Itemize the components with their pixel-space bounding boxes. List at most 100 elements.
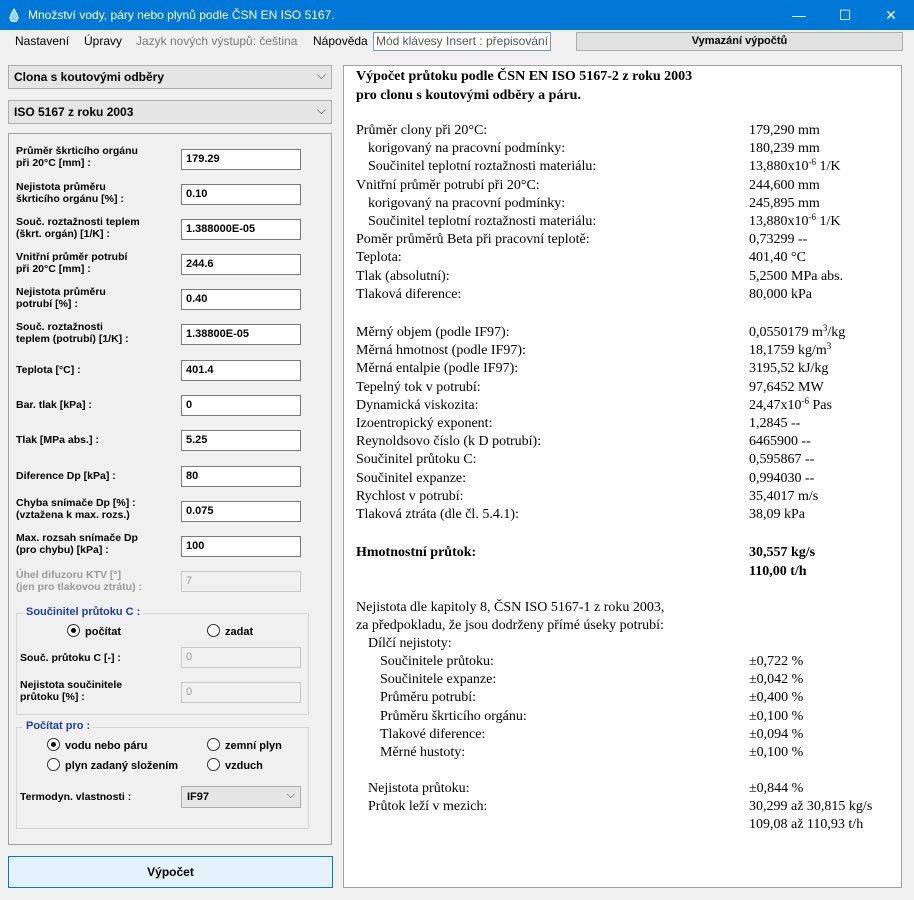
flow-range-th: 109,08 až 110,93 t/h	[749, 817, 864, 832]
flow-range-label: Průtok leží v mezich:	[368, 799, 488, 814]
flow-uncertainty-value: ±0,844 %	[749, 781, 804, 796]
dp-input[interactable]: 80	[181, 466, 301, 487]
param-label-orifice-expansion: Souč. roztažnosti teplem (škrt. orgán) [1…	[16, 216, 140, 240]
thermo-select-value: IF97	[187, 791, 210, 803]
report-row-value: 13,880x10-6 1/K	[749, 157, 841, 175]
radio-empty-icon	[207, 738, 220, 751]
report-row-label: Tlak (absolutní):	[356, 268, 450, 284]
title-bar: Množství vody, páry nebo plynů podle ČSN…	[0, 0, 914, 30]
param-label-orifice-diameter: Průměr škrticího orgánu při 20°C [mm] :	[16, 145, 138, 169]
report-row-value: 0,0550179 m3/kg	[749, 323, 846, 341]
report-row-value: ±0,042 %	[749, 672, 804, 688]
bar-pressure-input[interactable]: 0	[181, 395, 301, 416]
pipe-expansion-input[interactable]: 1.38800E-05	[181, 324, 301, 345]
report-row-label: Měrná hmotnost (podle IF97):	[356, 343, 526, 359]
insert-mode-indicator[interactable]: Mód klávesy Insert : přepisování	[373, 32, 551, 51]
mass-flow-th: 110,00 t/h	[749, 564, 807, 579]
report-row-value: 18,1759 kg/m3	[749, 341, 832, 359]
report-row-label: korigovaný na pracovní podmínky:	[368, 195, 566, 211]
radio-air[interactable]: vzduch	[207, 758, 263, 772]
report-row-value: 244,600 mm	[749, 177, 820, 193]
report-panel[interactable]: Výpočet průtoku podle ČSN EN ISO 5167-2 …	[343, 65, 902, 888]
calculate-button[interactable]: Výpočet	[8, 856, 333, 888]
standard-select-value: ISO 5167 z roku 2003	[14, 105, 134, 119]
diffuser-angle-input[interactable]: 7	[181, 571, 301, 592]
param-label-dp-range: Max. rozsah snímače Dp (pro chybu) [kPa] …	[16, 532, 138, 556]
window-title: Množství vody, páry nebo plynů podle ČSN…	[28, 8, 335, 22]
param-label-temperature: Teplota [°C] :	[16, 364, 81, 376]
orifice-uncertainty-input[interactable]: 0.10	[181, 184, 301, 205]
radio-empty-icon	[207, 758, 220, 771]
radio-enter[interactable]: zadat	[207, 624, 253, 638]
orifice-diameter-input[interactable]: 179.29	[181, 149, 301, 170]
maximize-button[interactable]: ☐	[822, 0, 868, 30]
report-row-label: Izoentropický exponent:	[356, 416, 493, 431]
report-row-value: 35,4017 m/s	[749, 488, 819, 504]
report-row-label: Tlakové diference:	[380, 726, 486, 742]
radio-gas-mixture[interactable]: plyn zadaný složením	[47, 758, 178, 772]
flow-coefficient-legend: Součinitel průtoku C :	[23, 606, 144, 618]
mass-flow-kgs: 30,557 kg/s	[749, 545, 816, 560]
clear-calculations-button[interactable]: Vymazání výpočtů	[576, 32, 903, 51]
report-row-label: Tepelný tok v potrubí:	[356, 379, 481, 395]
report-heading-2: pro clonu s koutovými odběry a páru.	[356, 88, 581, 103]
report-row-label: Součinitele průtoku:	[380, 654, 494, 669]
uncertainty-intro-1: Nejistota dle kapitoly 8, ČSN ISO 5167-1…	[356, 600, 665, 615]
dp-range-input[interactable]: 100	[181, 536, 301, 557]
radio-empty-icon	[207, 624, 220, 637]
report-row-label: Součinitel expanze:	[356, 470, 467, 486]
flow-uncertainty-label: Nejistota průtoku:	[368, 781, 470, 796]
minimize-button[interactable]: —	[776, 0, 822, 30]
report-row-value: 179,290 mm	[749, 123, 820, 138]
report-row-value: 401,40 °C	[749, 250, 806, 266]
flow-coef-input[interactable]: 0	[181, 647, 301, 668]
report-row-value: ±0,100 %	[749, 745, 804, 760]
report-row-value: 245,895 mm	[749, 195, 820, 211]
mass-flow-label: Hmotnostní průtok:	[356, 545, 477, 560]
radio-natural-gas[interactable]: zemní plyn	[207, 738, 282, 752]
compute-for-legend: Počítat pro :	[23, 720, 94, 732]
report-row-label: Součinitel teplotní roztažnosti materiál…	[368, 214, 597, 229]
orifice-expansion-input[interactable]: 1.388000E-05	[181, 219, 301, 240]
report-row-value: 0,73299 --	[749, 232, 808, 248]
param-label-pipe-uncertainty: Nejistota průměru potrubí [%] :	[16, 286, 106, 310]
pressure-input[interactable]: 5.25	[181, 430, 301, 451]
thermo-properties-select[interactable]: IF97 ⌵	[181, 786, 301, 808]
flow-coef-unc-input[interactable]: 0	[181, 682, 301, 703]
device-select[interactable]: Clona s koutovými odběry ⌵	[8, 65, 332, 89]
param-label-orifice-uncertainty: Nejistota průměru škrticího orgánu [%] :	[16, 181, 124, 205]
report-row-value: 80,000 kPa	[749, 286, 812, 302]
menu-help[interactable]: Nápověda	[313, 34, 368, 48]
report-heading-1: Výpočet průtoku podle ČSN EN ISO 5167-2 …	[356, 69, 693, 84]
radio-empty-icon	[47, 758, 60, 771]
dp-error-input[interactable]: 0.075	[181, 501, 301, 522]
param-label-dp: Diference Dp [kPa] :	[16, 470, 116, 482]
radio-compute[interactable]: počítat	[67, 624, 121, 638]
report-row-label: Teplota:	[356, 250, 402, 266]
report-row-label: Poměr průměrů Beta při pracovní teplotě:	[356, 232, 590, 248]
temperature-input[interactable]: 401.4	[181, 360, 301, 381]
report-row-label: Součinitel teplotní roztažnosti materiál…	[368, 159, 597, 175]
report-row-value: 97,6452 MW	[749, 379, 824, 395]
report-row-value: 6465900 --	[749, 434, 811, 450]
pipe-uncertainty-input[interactable]: 0.40	[181, 289, 301, 310]
report-row-label: Průměru škrticího orgánu:	[380, 708, 527, 724]
standard-select[interactable]: ISO 5167 z roku 2003 ⌵	[8, 100, 332, 124]
pipe-diameter-input[interactable]: 244.6	[181, 254, 301, 275]
report-row-label: Vnitřní průměr potrubí při 20°C:	[356, 177, 540, 193]
partial-uncertainties-label: Dílčí nejistoty:	[368, 636, 452, 651]
report-row-value: 1,2845 --	[749, 416, 801, 431]
radio-water-steam[interactable]: vodu nebo páru	[47, 738, 148, 752]
menu-bar: Nastavení Úpravy Jazyk nových výstupů: č…	[0, 30, 914, 53]
param-label-flow-coef: Souč. průtoku C [-] :	[20, 652, 121, 664]
menu-upravy[interactable]: Úpravy	[84, 34, 122, 48]
menu-nastaveni[interactable]: Nastavení	[15, 34, 69, 48]
close-button[interactable]: ✕	[868, 0, 914, 30]
report-row-label: Měrné hustoty:	[380, 745, 466, 760]
report-row-value: 24,47x10-6 Pas	[749, 395, 832, 413]
report-row-value: ±0,400 %	[749, 690, 804, 706]
report-row-label: Průměr clony při 20°C:	[356, 123, 488, 138]
report-row-label: Reynoldsovo číslo (k D potrubí):	[356, 434, 542, 450]
report-row-label: korigovaný na pracovní podmínky:	[368, 141, 566, 157]
menu-language[interactable]: Jazyk nových výstupů: čeština	[136, 34, 297, 48]
